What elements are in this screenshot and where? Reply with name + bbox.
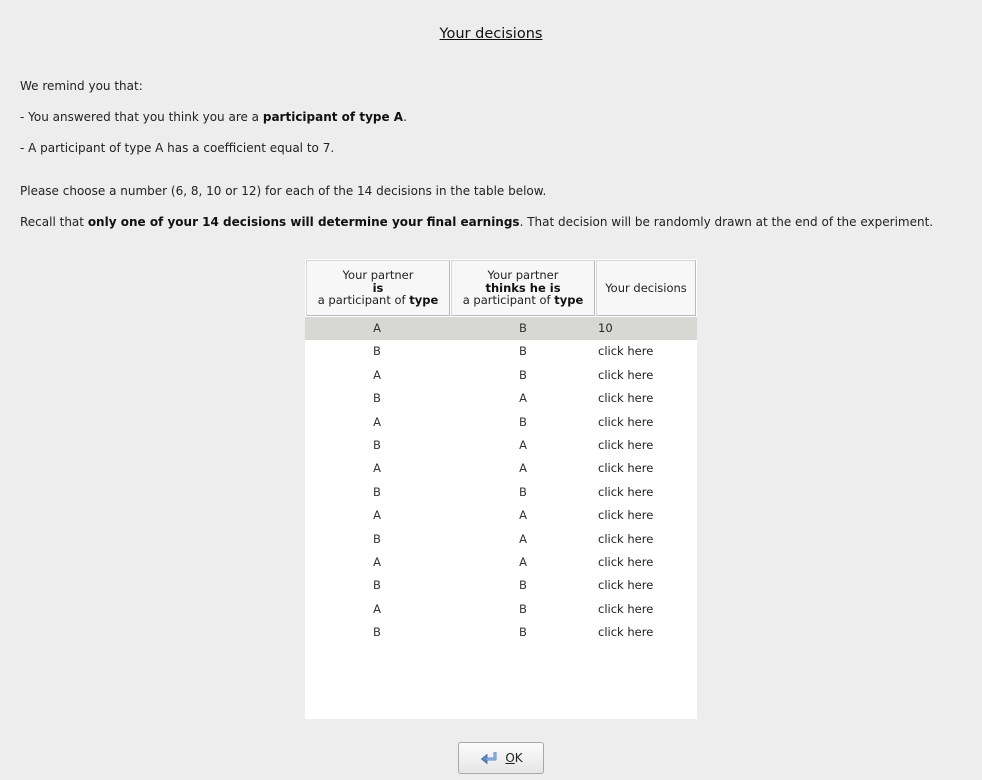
cell-partner-thinks: B <box>519 367 527 382</box>
cell-decision[interactable]: click here <box>598 504 696 527</box>
table-header: Your partner is a participant of type Yo… <box>305 259 697 317</box>
cell-partner-thinks: A <box>519 437 527 452</box>
ok-button-label: OK <box>505 751 522 765</box>
header-your-decisions[interactable]: Your decisions <box>596 260 696 316</box>
cell-partner-is: A <box>373 554 381 569</box>
cell-partner-is: B <box>373 625 381 640</box>
cell-partner-thinks: B <box>519 321 527 335</box>
cell-decision[interactable]: click here <box>598 551 696 574</box>
cell-partner-thinks: B <box>519 601 527 616</box>
recall-emphasis: only one of your 14 decisions will deter… <box>87 215 520 229</box>
header-line: a participant of type <box>318 294 439 307</box>
answered-prefix: - You answered that you think you are a <box>20 110 263 124</box>
header-line-prefix: a participant of <box>462 293 555 308</box>
header-partner-is[interactable]: Your partner is a participant of type <box>306 260 450 316</box>
header-line: Your partner <box>487 268 559 283</box>
recall-suffix: . That decision will be randomly drawn a… <box>519 215 934 229</box>
cell-partner-is: B <box>373 391 381 406</box>
table-row[interactable]: A Bclick here <box>305 598 697 621</box>
cell-partner-is: A <box>373 414 381 429</box>
cell-decision[interactable]: click here <box>598 574 696 597</box>
cell-partner-is: A <box>373 461 381 476</box>
choose-text: Please choose a number (6, 8, 10 or 12) … <box>20 184 547 198</box>
cell-partner-thinks: A <box>519 554 527 569</box>
header-line-bold: type <box>554 293 584 308</box>
table-row[interactable]: B Aclick here <box>305 434 697 457</box>
cell-decision[interactable]: click here <box>598 340 696 363</box>
header-line: Your partner <box>342 268 414 283</box>
cell-partner-is: A <box>373 601 381 616</box>
cell-decision[interactable]: click here <box>598 481 696 504</box>
table-row[interactable]: B Bclick here <box>305 481 697 504</box>
table-row[interactable]: A Bclick here <box>305 411 697 434</box>
cell-partner-thinks: A <box>519 508 527 523</box>
table-row[interactable]: B Aclick here <box>305 528 697 551</box>
remind-text: We remind you that: <box>20 79 143 93</box>
ok-mnemonic: O <box>505 751 515 765</box>
table-row[interactable]: B Bclick here <box>305 621 697 644</box>
cell-partner-is: A <box>373 508 381 523</box>
recall-prefix: Recall that <box>20 215 88 229</box>
cell-decision[interactable]: click here <box>598 387 696 410</box>
answered-suffix: . <box>403 110 407 124</box>
cell-partner-is: A <box>373 367 381 382</box>
cell-decision[interactable]: click here <box>598 598 696 621</box>
cell-partner-thinks: B <box>519 625 527 640</box>
table-body: A B 10 B Bclick here A Bclick here B Aclick h… <box>305 317 697 644</box>
table-row[interactable]: A Aclick here <box>305 457 697 480</box>
header-line: a participant of type <box>463 294 584 307</box>
cell-partner-is: A <box>373 321 381 335</box>
cell-partner-thinks: B <box>519 414 527 429</box>
cell-partner-is: B <box>373 484 381 499</box>
table-row[interactable]: A Aclick here <box>305 504 697 527</box>
header-line-prefix: a participant of <box>317 293 410 308</box>
cell-decision[interactable]: click here <box>598 457 696 480</box>
page-title: Your decisions <box>439 26 543 42</box>
answered-text: - You answered that you think you are a … <box>20 110 407 124</box>
table-row[interactable]: B Bclick here <box>305 340 697 363</box>
cell-decision[interactable]: click here <box>598 364 696 387</box>
ok-arrow-icon <box>479 750 501 766</box>
cell-partner-is: B <box>373 437 381 452</box>
cell-partner-thinks: A <box>519 531 527 546</box>
table-row[interactable]: A Aclick here <box>305 551 697 574</box>
cell-partner-thinks: B <box>519 578 527 593</box>
cell-decision[interactable]: click here <box>598 621 696 644</box>
ok-label-rest: K <box>514 751 523 765</box>
cell-partner-thinks: A <box>519 391 527 406</box>
decisions-table: Your partner is a participant of type Yo… <box>305 259 697 719</box>
coefficient-text: - A participant of type A has a coeffici… <box>20 141 335 155</box>
table-row[interactable]: A B 10 <box>305 317 697 341</box>
header-line-bold: type <box>409 293 439 308</box>
cell-partner-is: B <box>373 531 381 546</box>
answered-type: participant of type A <box>262 110 404 124</box>
cell-partner-thinks: B <box>519 344 527 359</box>
cell-partner-is: B <box>373 578 381 593</box>
table-row[interactable]: B Bclick here <box>305 574 697 597</box>
cell-partner-thinks: A <box>519 461 527 476</box>
ok-button[interactable]: OK <box>458 742 544 774</box>
cell-decision[interactable]: click here <box>598 411 696 434</box>
cell-decision[interactable]: click here <box>598 528 696 551</box>
header-partner-thinks[interactable]: Your partner thinks he is a participant … <box>451 260 595 316</box>
table-row[interactable]: A Bclick here <box>305 364 697 387</box>
cell-decision[interactable]: 10 <box>598 317 696 340</box>
cell-decision[interactable]: click here <box>598 434 696 457</box>
cell-partner-is: B <box>373 344 381 359</box>
cell-partner-thinks: B <box>519 484 527 499</box>
recall-text: Recall that only one of your 14 decision… <box>20 215 933 229</box>
table-row[interactable]: B Aclick here <box>305 387 697 410</box>
